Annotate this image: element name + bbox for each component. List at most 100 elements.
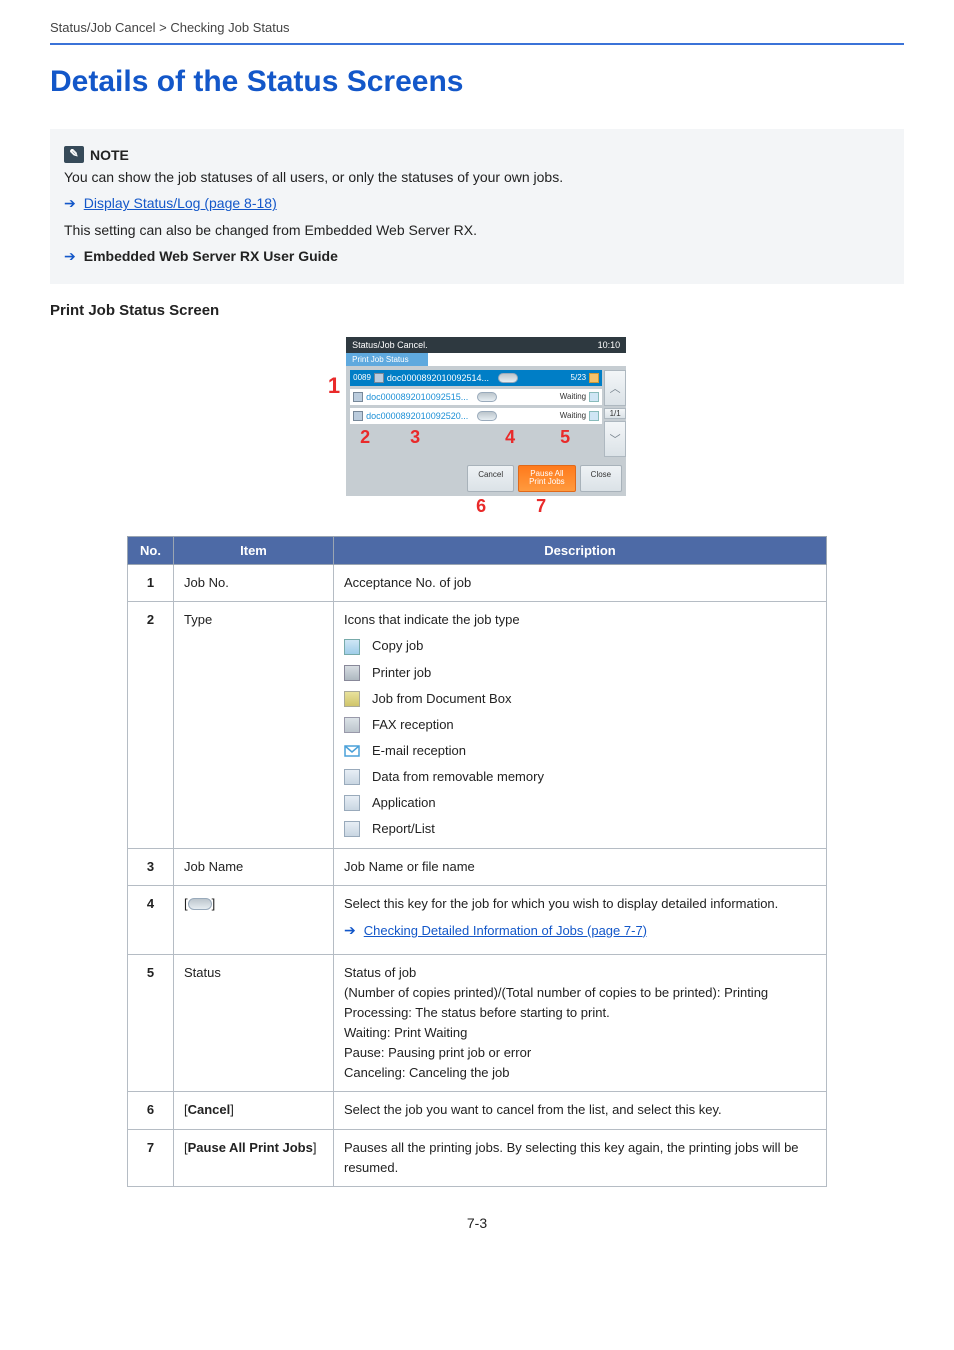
table-row: 5 Status Status of job (Number of copies… — [128, 954, 827, 1092]
callouts-row: 2 3 4 5 — [350, 427, 602, 445]
copy-job-icon — [344, 639, 360, 655]
arrow-icon: ➔ — [64, 192, 76, 214]
icon-label: E-mail reception — [372, 741, 466, 761]
pause-all-button[interactable]: Pause All Print Jobs — [518, 465, 576, 493]
callout-2: 2 — [360, 427, 370, 448]
desc-intro: Icons that indicate the job type — [344, 610, 816, 630]
close-button[interactable]: Close — [580, 465, 622, 493]
cell-item: [Pause All Print Jobs] — [174, 1129, 334, 1186]
callouts-bottom: 6 7 — [346, 496, 626, 518]
panel-tab[interactable]: Print Job Status — [346, 353, 428, 366]
status-line: Canceling: Canceling the job — [344, 1063, 816, 1083]
email-icon — [344, 743, 360, 759]
table-row: 3 Job Name Job Name or file name — [128, 848, 827, 885]
arrow-icon: ➔ — [64, 245, 76, 267]
th-no: No. — [128, 537, 174, 565]
document-box-icon — [344, 691, 360, 707]
desc-link[interactable]: ➔ Checking Detailed Information of Jobs … — [344, 920, 816, 942]
cell-no: 5 — [128, 954, 174, 1092]
report-icon — [344, 821, 360, 837]
status-line: Pause: Pausing print job or error — [344, 1043, 816, 1063]
cell-item: [] — [174, 885, 334, 954]
cell-no: 6 — [128, 1092, 174, 1129]
job-status: Waiting — [560, 392, 599, 402]
panel-title-right: 10:10 — [598, 340, 621, 350]
job-name: doc0000892010092515... — [366, 392, 468, 402]
doc-icon — [353, 392, 363, 402]
job-id: 0089 — [353, 373, 371, 382]
callout-6: 6 — [476, 496, 486, 517]
job-status: 5/23 — [571, 373, 600, 383]
cell-desc: Pauses all the printing jobs. By selecti… — [334, 1129, 827, 1186]
note-line1: You can show the job statuses of all use… — [64, 166, 890, 188]
icon-list: Copy job Printer job Job from Document B… — [344, 636, 816, 839]
job-name: doc0000892010092520... — [366, 411, 468, 421]
note-link1[interactable]: ➔ Display Status/Log (page 8-18) — [64, 192, 890, 214]
cell-desc: Status of job (Number of copies printed)… — [334, 954, 827, 1092]
info-icon — [589, 392, 599, 402]
note-label-text: NOTE — [90, 144, 129, 166]
cancel-button[interactable]: Cancel — [467, 465, 514, 493]
arrow-icon: ➔ — [344, 920, 356, 942]
scroll-page-indicator: 1/1 — [604, 408, 626, 419]
cell-item: Status — [174, 954, 334, 1092]
info-icon — [589, 411, 599, 421]
cell-desc: Job Name or file name — [334, 848, 827, 885]
cell-no: 4 — [128, 885, 174, 954]
job-list: 0089 doc0000892010092514... 5/23 doc0000… — [350, 370, 602, 457]
panel-titlebar: Status/Job Cancel. 10:10 — [346, 337, 626, 353]
cell-item: Job Name — [174, 848, 334, 885]
page-title: Details of the Status Screens — [50, 65, 904, 99]
cell-no: 3 — [128, 848, 174, 885]
th-desc: Description — [334, 537, 827, 565]
table-row: 6 [Cancel] Select the job you want to ca… — [128, 1092, 827, 1129]
icon-label: Copy job — [372, 636, 423, 656]
breadcrumb: Status/Job Cancel > Checking Job Status — [50, 20, 904, 45]
icon-label: Report/List — [372, 819, 435, 839]
doc-icon — [374, 373, 384, 383]
page-number: 7-3 — [50, 1215, 904, 1231]
removable-icon — [344, 769, 360, 785]
cell-item: Job No. — [174, 565, 334, 602]
note-link1-text[interactable]: Display Status/Log (page 8-18) — [84, 192, 277, 214]
note-link2-text: Embedded Web Server RX User Guide — [84, 245, 338, 267]
cell-item: [Cancel] — [174, 1092, 334, 1129]
note-label: ✎ NOTE — [64, 144, 129, 166]
note-box: ✎ NOTE You can show the job statuses of … — [50, 129, 904, 284]
desc-link-text[interactable]: Checking Detailed Information of Jobs (p… — [364, 921, 647, 941]
cell-item: Type — [174, 602, 334, 848]
detail-pill[interactable] — [477, 392, 497, 402]
icon-label: Data from removable memory — [372, 767, 544, 787]
scroll-up-button[interactable]: ︿ — [604, 370, 626, 406]
table-row: 7 [Pause All Print Jobs] Pauses all the … — [128, 1129, 827, 1186]
panel-title-left: Status/Job Cancel. — [352, 340, 428, 350]
cal-icon — [589, 373, 599, 383]
job-row[interactable]: doc0000892010092515... Waiting — [350, 389, 602, 405]
status-line: (Number of copies printed)/(Total number… — [344, 983, 816, 1003]
detail-pill-icon — [188, 898, 212, 910]
table-row: 2 Type Icons that indicate the job type … — [128, 602, 827, 848]
note-line2: This setting can also be changed from Em… — [64, 219, 890, 241]
scroll-down-button[interactable]: ﹀ — [604, 421, 626, 457]
table-row: 1 Job No. Acceptance No. of job — [128, 565, 827, 602]
status-line: Processing: The status before starting t… — [344, 1003, 816, 1023]
detail-pill[interactable] — [498, 373, 518, 383]
cell-desc: Select the job you want to cancel from t… — [334, 1092, 827, 1129]
table-row: 4 [] Select this key for the job for whi… — [128, 885, 827, 954]
detail-pill[interactable] — [477, 411, 497, 421]
screenshot: 1 Status/Job Cancel. 10:10 Print Job Sta… — [50, 337, 904, 519]
status-line: Status of job — [344, 963, 816, 983]
application-icon — [344, 795, 360, 811]
section-title: Print Job Status Screen — [50, 302, 904, 319]
callout-5: 5 — [560, 427, 570, 448]
icon-label: Printer job — [372, 663, 431, 683]
job-row[interactable]: 0089 doc0000892010092514... 5/23 — [350, 370, 602, 386]
panel-footer: . Cancel Pause All Print Jobs Close — [346, 461, 626, 497]
status-line: Waiting: Print Waiting — [344, 1023, 816, 1043]
cell-no: 7 — [128, 1129, 174, 1186]
note-icon: ✎ — [64, 146, 84, 163]
cell-desc: Icons that indicate the job type Copy jo… — [334, 602, 827, 848]
callout-4: 4 — [505, 427, 515, 448]
desc-text: Select this key for the job for which yo… — [344, 894, 816, 914]
job-row[interactable]: doc0000892010092520... Waiting — [350, 408, 602, 424]
